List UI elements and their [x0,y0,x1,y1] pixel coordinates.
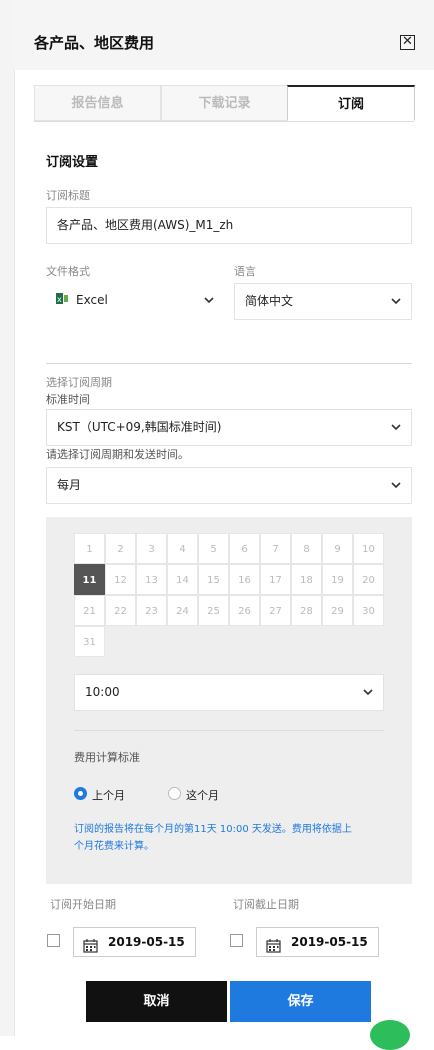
day-cell[interactable]: 14 [167,564,198,595]
radio-last-month[interactable] [74,787,87,800]
day-cell[interactable]: 23 [136,595,167,626]
timezone-value: KST（UTC+09,韩国标准时间) [57,420,222,434]
day-cell[interactable]: 16 [229,564,260,595]
day-cell[interactable]: 20 [353,564,384,595]
dialog-header: 各产品、地区费用 ✕ [14,0,434,70]
chevron-down-icon [363,675,373,710]
chevron-down-icon [391,284,401,319]
cost-basis-label: 费用计算标准 [74,751,140,764]
day-cell[interactable]: 4 [167,533,198,564]
language-label: 语言 [234,265,256,278]
schedule-panel: 1 2 3 4 5 6 7 8 9 10 11 12 13 14 15 16 17 18 19 20 21 22 23 24 2… [46,517,412,884]
day-cell[interactable]: 7 [260,533,291,564]
svg-text:x: x [57,295,62,304]
day-cell[interactable]: 26 [229,595,260,626]
chevron-down-icon [391,410,401,445]
timezone-label: 标准时间 [46,393,90,406]
cycle-value: 每月 [57,478,82,492]
time-select[interactable]: 10:00 [74,674,384,711]
day-cell[interactable]: 8 [291,533,322,564]
language-select[interactable]: 简体中文 [234,283,412,320]
excel-icon: x [56,283,68,318]
tab-download-history[interactable]: 下载记录 [161,85,288,121]
subject-value: 各产品、地区费用(AWS)_M1_zh [57,218,234,232]
chevron-down-icon [391,468,401,503]
time-value: 10:00 [85,685,120,699]
tab-report-info[interactable]: 报告信息 [34,85,161,121]
start-date-value: 2019-05-15 [108,935,185,949]
schedule-info-line2: 个月花费来计算。 [74,841,154,852]
subscription-settings-title: 订阅设置 [46,155,99,170]
day-cell[interactable]: 19 [322,564,353,595]
start-date-input[interactable]: 2019-05-15 [73,927,196,957]
calendar-icon [83,935,98,963]
day-cell[interactable]: 29 [322,595,353,626]
section-divider [46,363,412,364]
day-cell[interactable]: 12 [105,564,136,595]
close-icon: ✕ [402,34,413,49]
day-cell[interactable]: 9 [322,533,353,564]
day-cell[interactable]: 10 [353,533,384,564]
day-cell[interactable]: 1 [74,533,105,564]
timezone-select[interactable]: KST（UTC+09,韩国标准时间) [46,409,412,446]
calendar-icon [266,935,281,963]
cancel-button[interactable]: 取消 [86,981,227,1022]
day-cell[interactable]: 3 [136,533,167,564]
day-cell[interactable]: 13 [136,564,167,595]
day-cell[interactable]: 17 [260,564,291,595]
format-label: 文件格式 [46,265,90,278]
period-section-label: 选择订阅周期 [46,376,112,389]
chevron-down-icon [204,283,214,318]
subject-input[interactable]: 各产品、地区费用(AWS)_M1_zh [46,207,412,244]
radio-this-month-label[interactable]: 这个月 [186,787,219,803]
day-cell[interactable]: 28 [291,595,322,626]
day-cell[interactable]: 24 [167,595,198,626]
language-value: 简体中文 [245,294,294,308]
left-edge-panel [0,0,15,1036]
radio-last-month-label[interactable]: 上个月 [92,787,125,803]
day-cell[interactable]: 5 [198,533,229,564]
day-cell[interactable]: 31 [74,626,105,657]
day-cell[interactable]: 2 [105,533,136,564]
schedule-info-line1: 订阅的报告将在每个月的第11天 10:00 天发送。费用将依据上 [74,824,352,835]
start-date-checkbox[interactable] [47,934,60,947]
chat-bubble-icon[interactable] [370,1020,410,1050]
close-button[interactable]: ✕ [400,35,415,50]
radio-this-month[interactable] [168,787,181,800]
cycle-prompt: 请选择订阅周期和发送时间。 [46,448,189,461]
day-cell[interactable]: 27 [260,595,291,626]
end-date-checkbox[interactable] [230,934,243,947]
day-cell[interactable]: 21 [74,595,105,626]
subject-label: 订阅标题 [46,189,90,202]
day-cell[interactable]: 15 [198,564,229,595]
format-value: Excel [76,293,108,307]
end-date-input[interactable]: 2019-05-15 [256,927,379,957]
day-cell[interactable]: 30 [353,595,384,626]
end-date-label: 订阅截止日期 [233,898,299,911]
day-cell[interactable]: 18 [291,564,322,595]
cycle-select[interactable]: 每月 [46,467,412,504]
day-cell[interactable]: 22 [105,595,136,626]
day-cell[interactable]: 25 [198,595,229,626]
dialog-title: 各产品、地区费用 [34,34,155,52]
day-cell[interactable]: 6 [229,533,260,564]
panel-divider [74,730,384,731]
save-button[interactable]: 保存 [230,981,371,1022]
start-date-label: 订阅开始日期 [50,898,116,911]
end-date-value: 2019-05-15 [291,935,368,949]
day-cell[interactable]: 11 [74,564,105,595]
format-select[interactable]: x Excel [46,283,224,320]
tab-bar: 报告信息 下载记录 订阅 [34,85,415,122]
tab-subscription[interactable]: 订阅 [287,85,415,121]
